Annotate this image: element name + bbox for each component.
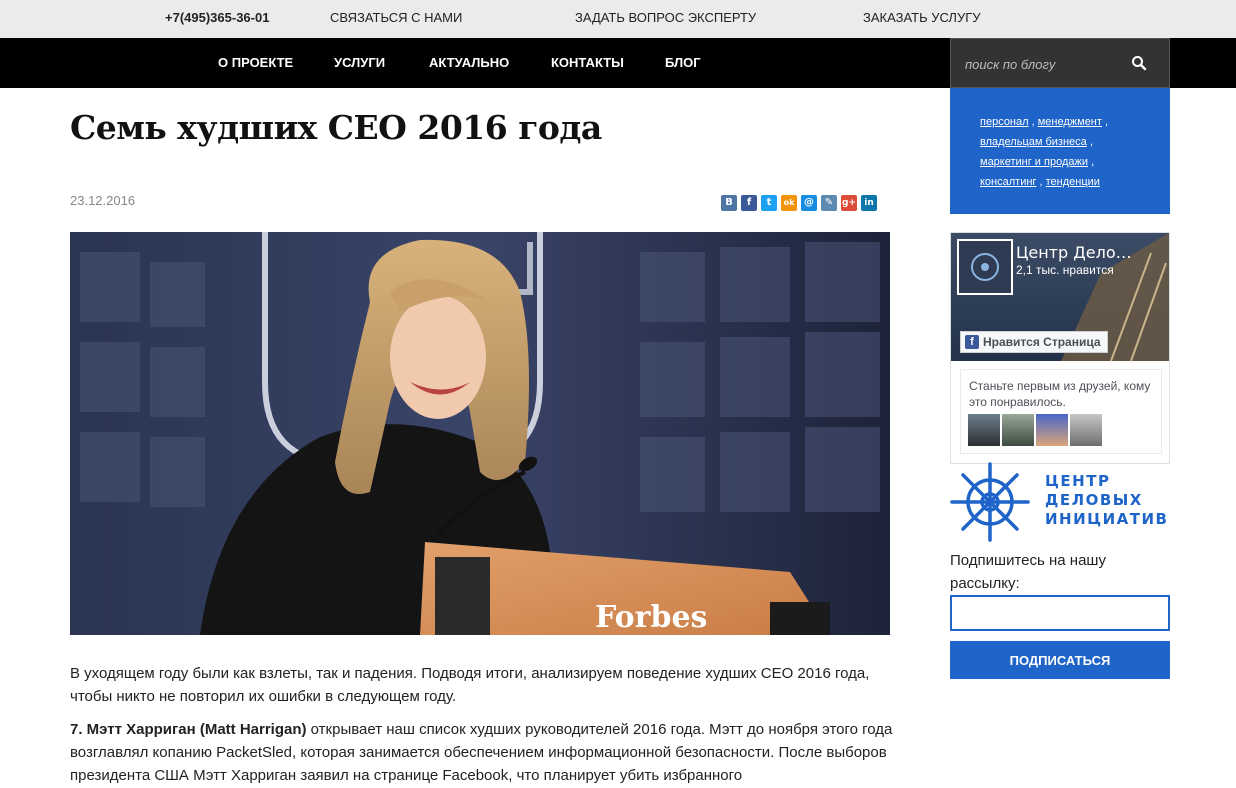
- tag-link[interactable]: консалтинг: [980, 176, 1036, 188]
- avatar[interactable]: [1070, 414, 1102, 446]
- tag-link[interactable]: персонал: [980, 116, 1029, 128]
- livejournal-icon[interactable]: ✎: [821, 195, 837, 211]
- logo-line: ИНИЦИАТИВ: [1045, 510, 1169, 528]
- tag-link[interactable]: владельцам бизнеса: [980, 136, 1087, 148]
- ask-expert-link[interactable]: ЗАДАТЬ ВОПРОС ЭКСПЕРТУ: [575, 10, 756, 25]
- center-logo: ЦЕНТР ДЕЛОВЫХ ИНИЦИАТИВ: [950, 462, 1170, 542]
- svg-text:Forbes: Forbes: [595, 600, 707, 635]
- nav-item-blog[interactable]: БЛОГ: [665, 55, 701, 70]
- vk-icon[interactable]: B: [721, 195, 737, 211]
- phone-number[interactable]: +7(495)365-36-01: [165, 10, 269, 25]
- article-photo: Forbes: [70, 232, 890, 635]
- avatar[interactable]: [968, 414, 1000, 446]
- facebook-likes-count: 2,1 тыс. нравится: [1016, 263, 1114, 277]
- top-bar: +7(495)365-36-01 СВЯЗАТЬСЯ С НАМИ ЗАДАТЬ…: [0, 0, 1236, 38]
- article-date: 23.12.2016: [70, 193, 136, 208]
- logo-text: ЦЕНТР ДЕЛОВЫХ ИНИЦИАТИВ: [1045, 472, 1168, 529]
- facebook-friends-box: Станьте первым из друзей, кому это понра…: [960, 369, 1162, 454]
- nav-item-about[interactable]: О ПРОЕКТЕ: [218, 55, 293, 70]
- tag-cloud: персонал , менеджмент , владельцам бизне…: [950, 88, 1170, 214]
- tag-link[interactable]: маркетинг и продажи: [980, 156, 1088, 168]
- tag-link[interactable]: менеджмент: [1038, 116, 1102, 128]
- facebook-page-widget: Центр Дело… 2,1 тыс. нравится f Нравится …: [950, 232, 1170, 464]
- facebook-cover: Центр Дело… 2,1 тыс. нравится f Нравится …: [951, 233, 1169, 361]
- facebook-like-button[interactable]: f Нравится Страница: [960, 331, 1108, 353]
- nav-item-actual[interactable]: АКТУАЛЬНО: [429, 55, 509, 70]
- paragraph-heading: 7. Мэтт Харриган (Matt Harrigan): [70, 721, 307, 738]
- tag-link[interactable]: тенденции: [1046, 176, 1100, 188]
- subscribe-label: Подпишитесь на нашу рассылку:: [950, 552, 1106, 592]
- subscribe-button[interactable]: ПОДПИСАТЬСЯ: [950, 641, 1170, 679]
- avatar[interactable]: [1002, 414, 1034, 446]
- search-icon[interactable]: [1131, 55, 1147, 71]
- friends-text: Станьте первым из друзей, кому это понра…: [969, 379, 1151, 409]
- article-paragraph: 7. Мэтт Харриган (Matt Harrigan) открыва…: [70, 718, 910, 787]
- facebook-icon[interactable]: f: [741, 195, 757, 211]
- nav-item-services[interactable]: УСЛУГИ: [334, 55, 385, 70]
- mail-icon[interactable]: @: [801, 195, 817, 211]
- article-title: Семь худших CEO 2016 года: [70, 108, 602, 147]
- logo-line: ДЕЛОВЫХ: [1045, 491, 1143, 509]
- article-intro: В уходящем году были как взлеты, так и п…: [70, 665, 870, 705]
- twitter-icon[interactable]: t: [761, 195, 777, 211]
- linkedin-icon[interactable]: in: [861, 195, 877, 211]
- nav-item-contacts[interactable]: КОНТАКТЫ: [551, 55, 624, 70]
- logo-line: ЦЕНТР: [1045, 472, 1111, 490]
- ship-wheel-icon: [950, 462, 1030, 542]
- blog-search: [950, 38, 1170, 88]
- search-input[interactable]: [965, 52, 1135, 76]
- avatar[interactable]: [1036, 414, 1068, 446]
- contact-link[interactable]: СВЯЗАТЬСЯ С НАМИ: [330, 10, 462, 25]
- like-button-label: Нравится Страница: [983, 335, 1101, 349]
- facebook-page-name[interactable]: Центр Дело…: [1016, 243, 1132, 262]
- order-service-link[interactable]: ЗАКАЗАТЬ УСЛУГУ: [863, 10, 981, 25]
- share-buttons: B f t ok @ ✎ g+ in: [721, 195, 877, 211]
- email-field[interactable]: [950, 595, 1170, 631]
- friend-avatars: [968, 414, 1102, 446]
- odnoklassniki-icon[interactable]: ok: [781, 195, 797, 211]
- facebook-icon: f: [965, 335, 979, 349]
- google-plus-icon[interactable]: g+: [841, 195, 857, 211]
